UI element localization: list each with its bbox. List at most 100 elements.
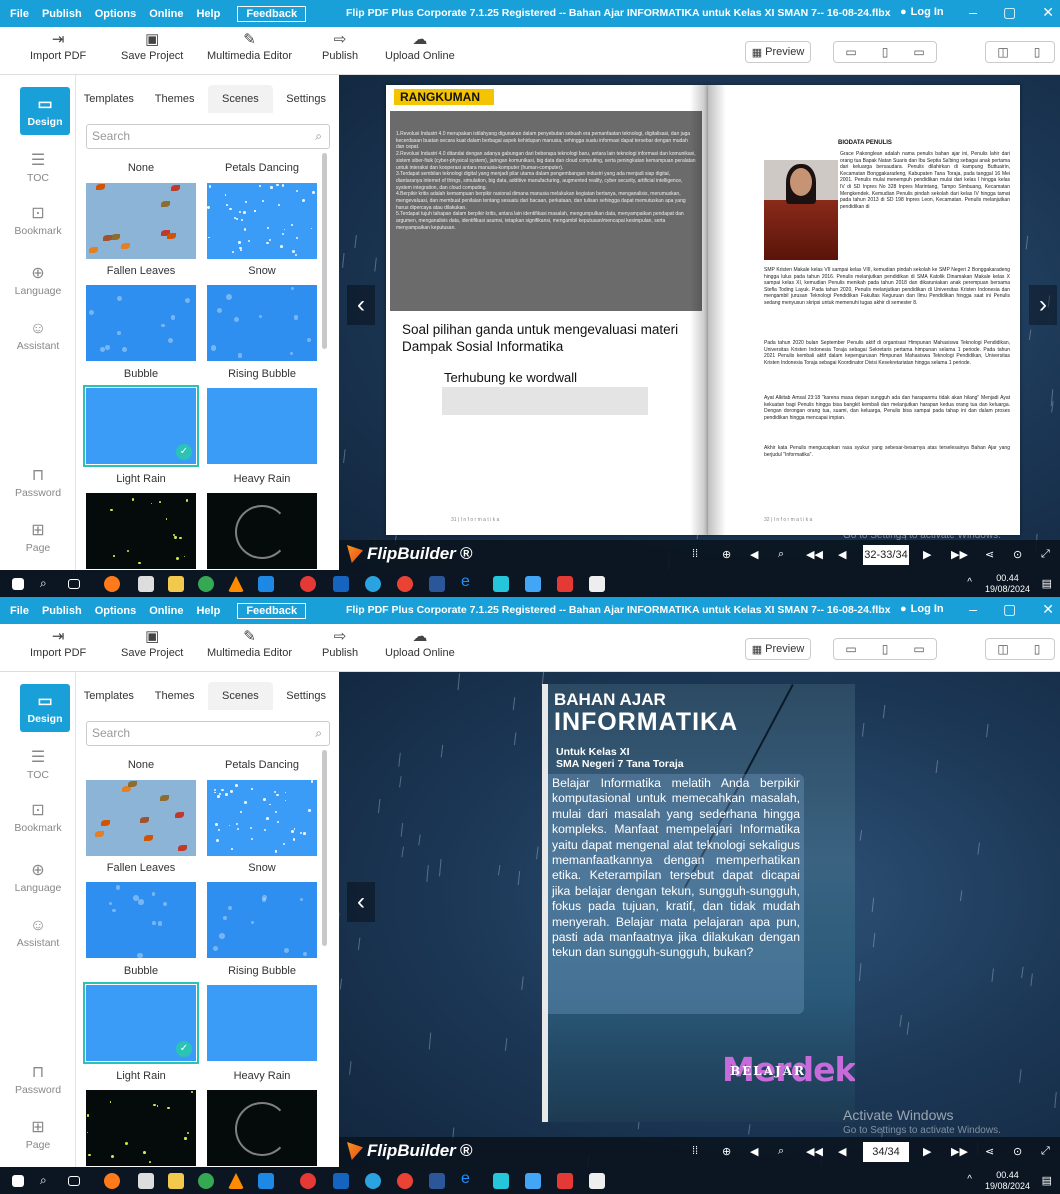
close-icon[interactable]: ✕	[1042, 601, 1054, 618]
telegram-icon[interactable]	[365, 1173, 381, 1189]
system-clock[interactable]: 00.44 19/08/2024	[985, 1170, 1030, 1192]
edge-icon[interactable]: e	[461, 573, 477, 590]
notification-icon[interactable]: ▤	[1042, 577, 1052, 590]
tab-settings[interactable]: Settings	[273, 682, 339, 710]
maximize-icon[interactable]: ▢	[1003, 4, 1016, 21]
app-icon[interactable]	[525, 576, 541, 592]
nav-bookmark[interactable]: ⊡ Bookmark	[0, 203, 76, 237]
thumbnails-icon[interactable]: ⁞⁞	[692, 548, 698, 560]
scene-thumb-none[interactable]	[86, 183, 196, 259]
multimedia-editor-button[interactable]: ✎ Multimedia Editor	[207, 30, 292, 62]
first-page-icon[interactable]: ◀◀	[806, 1145, 823, 1158]
nav-design[interactable]: ▭ Design	[20, 87, 70, 135]
scene-thumb-light-rain[interactable]	[86, 1090, 196, 1166]
next-page-icon[interactable]: ▶	[923, 1145, 931, 1158]
prev-page-icon[interactable]: ◀	[838, 1145, 846, 1158]
task-view-icon[interactable]	[68, 1176, 80, 1186]
app-icon[interactable]	[493, 1173, 509, 1189]
import-pdf-button[interactable]: ⇥ Import PDF	[30, 30, 86, 62]
firefox-icon[interactable]	[104, 576, 120, 592]
single-page-icon[interactable]: ▯	[1020, 639, 1054, 659]
nav-assistant[interactable]: ☺ Assistant	[0, 318, 76, 352]
menu-help[interactable]: Help	[196, 8, 220, 20]
menu-online[interactable]: Online	[149, 8, 183, 20]
photoshop-icon[interactable]	[333, 576, 349, 592]
zoom-icon[interactable]: ⊕	[722, 1145, 731, 1158]
vlc-icon[interactable]	[228, 1173, 244, 1189]
menu-options[interactable]: Options	[95, 8, 137, 20]
store-icon[interactable]	[138, 1173, 154, 1189]
nav-password[interactable]: ⊓ Password	[0, 1062, 76, 1096]
search-icon[interactable]: ⌕	[778, 548, 784, 561]
close-icon[interactable]: ✕	[1042, 4, 1054, 21]
nav-bookmark[interactable]: ⊡ Bookmark	[0, 800, 76, 834]
sound-icon[interactable]: ◀	[750, 1145, 758, 1158]
page-indicator[interactable]: 32-33/34	[863, 545, 909, 565]
last-page-icon[interactable]: ▶▶	[951, 548, 968, 561]
word-icon[interactable]	[429, 576, 445, 592]
tab-settings[interactable]: Settings	[273, 85, 339, 113]
feedback-button[interactable]: Feedback	[237, 5, 307, 22]
chrome-icon[interactable]	[198, 1173, 214, 1189]
tab-templates[interactable]: Templates	[76, 85, 142, 113]
upload-online-button[interactable]: ☁ Upload Online	[385, 627, 455, 659]
app-icon[interactable]	[258, 1173, 274, 1189]
menu-publish[interactable]: Publish	[42, 605, 82, 617]
login-button[interactable]: ● Log In	[900, 6, 944, 18]
double-page-icon[interactable]: ◫	[986, 42, 1020, 62]
windows-start-icon[interactable]	[12, 578, 24, 590]
scene-thumb-fallen[interactable]	[86, 285, 196, 361]
next-page-icon[interactable]: ▶	[923, 548, 931, 561]
scene-thumb-fallen[interactable]	[86, 882, 196, 958]
scene-thumb-heavy-rain[interactable]	[207, 1090, 317, 1166]
app-icon[interactable]	[589, 1173, 605, 1189]
nav-assistant[interactable]: ☺ Assistant	[0, 915, 76, 949]
search-input[interactable]: Search ⌕	[86, 124, 330, 149]
scene-thumb-heavy-rain[interactable]	[207, 493, 317, 569]
menu-file[interactable]: File	[10, 8, 29, 20]
nav-language[interactable]: ⊕ Language	[0, 263, 76, 297]
chrome-icon[interactable]	[397, 1173, 413, 1189]
photoshop-icon[interactable]	[333, 1173, 349, 1189]
nav-toc[interactable]: ☰ TOC	[0, 747, 76, 781]
menu-file[interactable]: File	[10, 605, 29, 617]
telegram-icon[interactable]	[365, 576, 381, 592]
tab-scenes[interactable]: Scenes	[207, 682, 274, 710]
nav-language[interactable]: ⊕ Language	[0, 860, 76, 894]
publish-button[interactable]: ⇨ Publish	[322, 627, 358, 659]
word-icon[interactable]	[429, 1173, 445, 1189]
scene-thumb-snow[interactable]	[207, 882, 317, 958]
nav-page[interactable]: ⊞ Page	[0, 520, 76, 554]
windows-start-icon[interactable]	[12, 1175, 24, 1187]
scene-thumb-rising[interactable]	[207, 388, 317, 464]
minimize-icon[interactable]: –	[969, 4, 977, 21]
firefox-icon[interactable]	[104, 1173, 120, 1189]
scene-thumb-rising[interactable]	[207, 985, 317, 1061]
app-icon[interactable]	[557, 1173, 573, 1189]
chrome-icon[interactable]	[198, 576, 214, 592]
scene-thumb-snow[interactable]	[207, 285, 317, 361]
phone-icon[interactable]: ▯	[868, 42, 902, 62]
prev-page-arrow[interactable]: ‹	[347, 285, 375, 325]
page-indicator[interactable]: 34/34	[863, 1142, 909, 1162]
menu-help[interactable]: Help	[196, 605, 220, 617]
maximize-icon[interactable]: ▢	[1003, 601, 1016, 618]
last-page-icon[interactable]: ▶▶	[951, 1145, 968, 1158]
store-icon[interactable]	[138, 576, 154, 592]
vlc-icon[interactable]	[228, 576, 244, 592]
upload-online-button[interactable]: ☁ Upload Online	[385, 30, 455, 62]
flipbuilder-taskbar-icon[interactable]	[300, 1173, 316, 1189]
nav-design[interactable]: ▭ Design	[20, 684, 70, 732]
login-button[interactable]: ● Log In	[900, 603, 944, 615]
save-project-button[interactable]: ▣ Save Project	[121, 627, 183, 659]
import-pdf-button[interactable]: ⇥ Import PDF	[30, 627, 86, 659]
single-page-icon[interactable]: ▯	[1020, 42, 1054, 62]
autoplay-icon[interactable]: ⊙	[1013, 1145, 1022, 1158]
nav-password[interactable]: ⊓ Password	[0, 465, 76, 499]
scene-thumb-petals[interactable]	[207, 183, 317, 259]
prev-page-arrow[interactable]: ‹	[347, 882, 375, 922]
notification-icon[interactable]: ▤	[1042, 1174, 1052, 1187]
panel-scrollbar[interactable]	[322, 153, 327, 349]
search-icon[interactable]: ⌕	[40, 576, 56, 592]
tab-scenes[interactable]: Scenes	[207, 85, 274, 113]
